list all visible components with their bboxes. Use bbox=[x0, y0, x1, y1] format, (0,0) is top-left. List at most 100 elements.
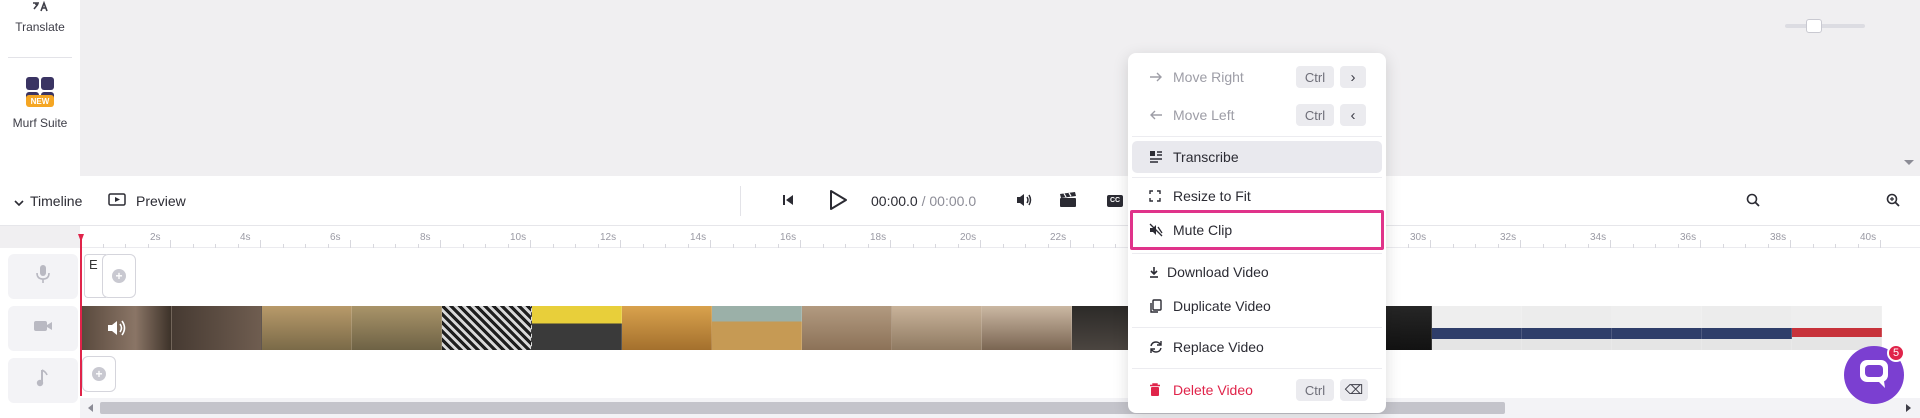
ruler-tick-label: 30s bbox=[1410, 232, 1427, 243]
add-voice-button[interactable]: + bbox=[102, 254, 136, 298]
ruler-tick bbox=[1610, 240, 1611, 248]
shortcut-key: Ctrl bbox=[1296, 104, 1334, 126]
preview-label: Preview bbox=[136, 193, 186, 209]
timeline-toolbar: Timeline Preview 00:00.0 / 00:00.0 CC bbox=[0, 176, 1920, 226]
chevron-down-icon bbox=[14, 193, 24, 209]
left-sidebar: Translate NEW Murf Suite bbox=[0, 0, 80, 176]
menu-item-mute-clip[interactable]: Mute Clip bbox=[1130, 210, 1384, 250]
track-headers bbox=[0, 248, 80, 418]
ruler-tick-label: 18s bbox=[870, 232, 887, 243]
ruler-tick bbox=[980, 240, 981, 248]
ruler-tick bbox=[710, 240, 711, 248]
trash-icon bbox=[1149, 383, 1173, 397]
shortcut-key: Ctrl bbox=[1296, 379, 1334, 401]
menu-item-move-right[interactable]: Move Right Ctrl › bbox=[1132, 61, 1382, 93]
chat-notification-badge: 5 bbox=[1887, 344, 1905, 362]
play-button[interactable] bbox=[828, 176, 848, 226]
video-clip[interactable] bbox=[82, 306, 1920, 350]
menu-item-label: Mute Clip bbox=[1173, 222, 1233, 238]
menu-item-delete-video[interactable]: Delete Video Ctrl ⌫ bbox=[1132, 374, 1382, 406]
voice-track[interactable] bbox=[80, 248, 1920, 300]
menu-item-move-left[interactable]: Move Left Ctrl ‹ bbox=[1132, 99, 1382, 131]
playhead[interactable] bbox=[80, 236, 82, 396]
video-frame bbox=[172, 306, 262, 350]
preview-button[interactable]: Preview bbox=[108, 176, 186, 226]
ruler-tick bbox=[1880, 240, 1881, 248]
ruler-tick bbox=[530, 240, 531, 248]
menu-item-label: Delete Video bbox=[1173, 382, 1253, 398]
volume-button[interactable] bbox=[1015, 176, 1033, 226]
video-frame bbox=[1612, 306, 1702, 350]
ruler-tick-label: 6s bbox=[330, 232, 341, 243]
toolbar-divider bbox=[740, 186, 741, 216]
zoom-in-icon bbox=[1886, 193, 1900, 210]
ruler-tick bbox=[1520, 240, 1521, 248]
time-separator: / bbox=[917, 193, 930, 209]
scroll-left-arrow-icon[interactable] bbox=[88, 404, 93, 412]
captions-icon: CC bbox=[1107, 195, 1123, 207]
ruler-tick-label: 2s bbox=[150, 232, 161, 243]
ruler-tick bbox=[890, 240, 891, 248]
ruler-tick bbox=[170, 240, 171, 248]
menu-divider bbox=[1132, 327, 1382, 328]
time-ruler[interactable]: 2s4s6s8s10s12s14s16s18s20s22s24s26s28s30… bbox=[80, 226, 1920, 248]
ruler-tick-label: 4s bbox=[240, 232, 251, 243]
menu-item-label: Move Left bbox=[1173, 107, 1235, 123]
menu-item-resize-to-fit[interactable]: Resize to Fit bbox=[1132, 181, 1382, 211]
zoom-in-button[interactable] bbox=[1886, 176, 1900, 226]
music-track-header bbox=[8, 358, 78, 403]
ruler-tick bbox=[1430, 240, 1431, 248]
scroll-right-arrow-icon[interactable] bbox=[1906, 404, 1911, 412]
zoom-slider-thumb[interactable] bbox=[1806, 19, 1822, 33]
translate-icon bbox=[31, 0, 49, 14]
preview-icon bbox=[108, 192, 126, 210]
arrow-right-icon bbox=[1149, 72, 1173, 82]
menu-item-duplicate-video[interactable]: Duplicate Video bbox=[1132, 290, 1382, 322]
ruler-tick-label: 20s bbox=[960, 232, 977, 243]
zoom-out-button[interactable] bbox=[1746, 176, 1760, 226]
playhead-handle[interactable] bbox=[78, 234, 84, 242]
video-frame bbox=[1702, 306, 1792, 350]
ruler-tick bbox=[350, 240, 351, 248]
video-frame bbox=[712, 306, 802, 350]
zoom-slider-track[interactable] bbox=[1785, 24, 1865, 28]
sidebar-item-translate[interactable]: Translate bbox=[0, 0, 80, 34]
shortcut-key: ‹ bbox=[1340, 104, 1366, 126]
music-track[interactable] bbox=[80, 352, 1920, 398]
video-frame bbox=[1522, 306, 1612, 350]
skip-back-icon bbox=[782, 193, 794, 209]
menu-item-replace-video[interactable]: Replace Video bbox=[1132, 331, 1382, 363]
timeline-label: Timeline bbox=[30, 193, 83, 209]
chat-icon bbox=[1857, 357, 1891, 394]
add-music-button[interactable]: + bbox=[82, 356, 116, 392]
menu-item-transcribe[interactable]: Transcribe bbox=[1132, 141, 1382, 173]
sidebar-item-label: Murf Suite bbox=[12, 116, 68, 130]
ruler-tick-label: 38s bbox=[1770, 232, 1787, 243]
murf-suite-icon: NEW bbox=[25, 76, 55, 108]
ruler-tick bbox=[1070, 240, 1071, 248]
captions-button[interactable]: CC bbox=[1107, 176, 1123, 226]
scroll-down-arrow-icon[interactable] bbox=[1904, 160, 1914, 165]
menu-item-download-video[interactable]: Download Video bbox=[1132, 256, 1382, 288]
clapperboard-icon bbox=[1059, 191, 1077, 211]
video-camera-icon bbox=[33, 319, 53, 338]
clapperboard-button[interactable] bbox=[1059, 176, 1077, 226]
skip-to-start-button[interactable] bbox=[782, 176, 794, 226]
menu-divider bbox=[1132, 136, 1382, 137]
ruler-tick-label: 10s bbox=[510, 232, 527, 243]
sidebar-item-murf-suite[interactable]: NEW Murf Suite bbox=[0, 76, 80, 130]
ruler-tick bbox=[800, 240, 801, 248]
menu-item-label: Download Video bbox=[1167, 264, 1269, 280]
menu-item-label: Duplicate Video bbox=[1173, 298, 1271, 314]
ruler-tick bbox=[1790, 240, 1791, 248]
clip-volume-icon[interactable] bbox=[106, 318, 128, 343]
menu-item-label: Resize to Fit bbox=[1173, 188, 1251, 204]
video-frame bbox=[1432, 306, 1522, 350]
timeline-toggle[interactable]: Timeline bbox=[14, 176, 82, 226]
current-time: 00:00.0 bbox=[871, 193, 918, 209]
ruler-tick-label: 8s bbox=[420, 232, 431, 243]
video-frame bbox=[442, 306, 532, 350]
resize-icon bbox=[1149, 190, 1173, 202]
video-frame bbox=[1792, 306, 1882, 350]
zoom-out-icon bbox=[1746, 193, 1760, 210]
